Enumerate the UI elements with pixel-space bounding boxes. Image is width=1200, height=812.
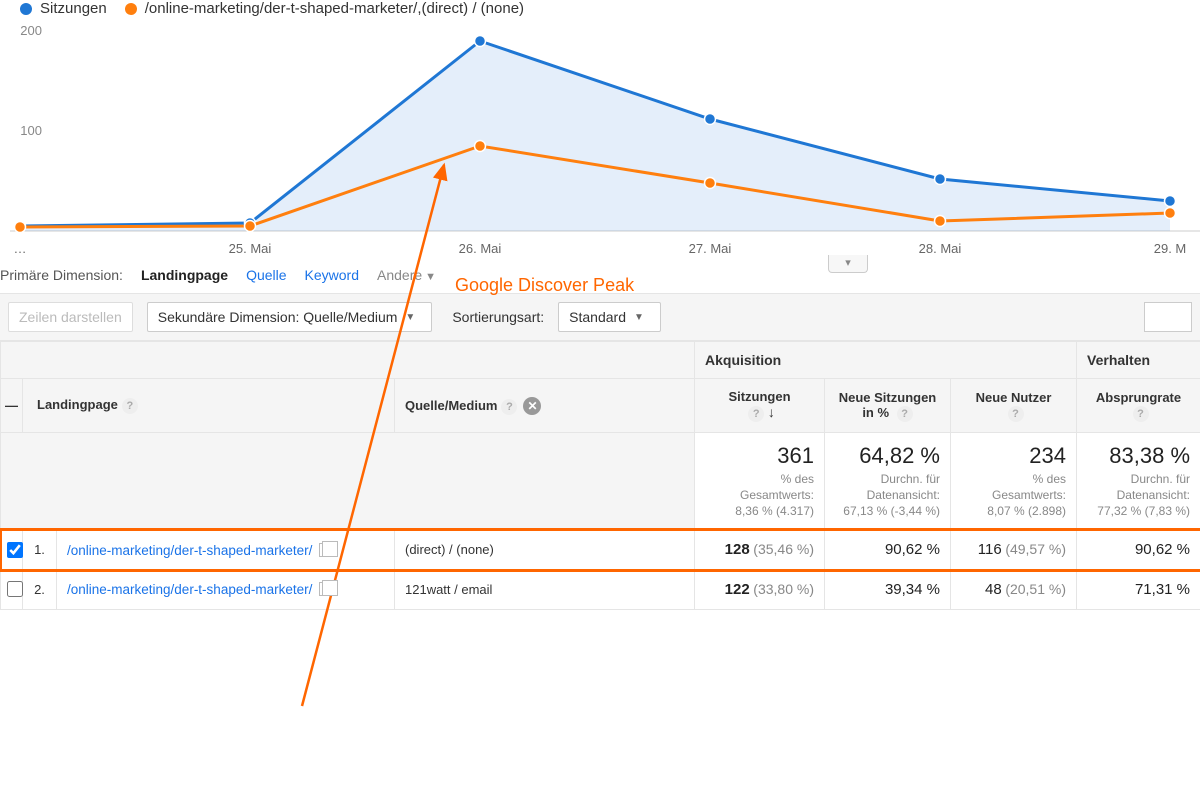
legend-item-series-b[interactable]: /online-marketing/der-t-shaped-marketer/… — [125, 0, 524, 17]
summary-bounce: 83,38 %Durchn. für Datenansicht:77,32 % … — [1077, 433, 1200, 531]
data-table: Akquisition Verhalten — Landingpage? Que… — [0, 341, 1200, 610]
sort-arrow-icon: ↓ — [768, 404, 775, 420]
sort-label: Sortierungsart: — [452, 309, 544, 325]
header-bounce-rate[interactable]: Absprungrate? — [1077, 379, 1200, 433]
landingpage-link[interactable]: /online-marketing/der-t-shaped-marketer/ — [67, 581, 312, 599]
primary-dimension-label: Primäre Dimension: — [0, 267, 123, 283]
table-row[interactable]: 2. /online-marketing/der-t-shaped-markete… — [1, 570, 1200, 610]
header-source-medium[interactable]: Quelle/Medium?✕ — [395, 379, 695, 433]
help-icon[interactable]: ? — [1133, 406, 1149, 422]
cell-source-medium: 121watt / email — [395, 570, 695, 610]
chart-drag-handle[interactable]: ▾ — [828, 255, 868, 273]
svg-text:100: 100 — [20, 123, 42, 138]
svg-text:26. Mai: 26. Mai — [459, 241, 502, 256]
help-icon[interactable]: ? — [897, 406, 913, 422]
svg-text:28. Mai: 28. Mai — [919, 241, 962, 256]
chart-area: Sitzungen /online-marketing/der-t-shaped… — [0, 0, 1200, 261]
header-new-users[interactable]: Neue Nutzer? — [951, 379, 1077, 433]
svg-text:200: 200 — [20, 23, 42, 38]
cell-sessions: 128 (35,46 %) — [695, 530, 825, 570]
cell-new-users: 48 (20,51 %) — [951, 570, 1077, 610]
plot-rows-button: Zeilen darstellen — [8, 302, 133, 332]
chevron-down-icon: ▼ — [425, 271, 436, 283]
open-icon[interactable] — [319, 543, 333, 557]
cell-bounce: 90,62 % — [1077, 530, 1200, 570]
row-checkbox[interactable] — [7, 542, 23, 558]
svg-text:27. Mai: 27. Mai — [689, 241, 732, 256]
dimension-other[interactable]: Andere▼ — [377, 267, 436, 283]
dimension-landingpage[interactable]: Landingpage — [141, 267, 228, 283]
cell-new-users: 116 (49,57 %) — [951, 530, 1077, 570]
remove-dimension-icon[interactable]: ✕ — [523, 397, 541, 415]
dimension-link-keyword[interactable]: Keyword — [305, 267, 359, 283]
summary-sess: 361% des Gesamtwerts:8,36 % (4.317) — [695, 433, 825, 531]
dot-icon — [125, 3, 137, 15]
annotation-label: Google Discover Peak — [455, 275, 634, 296]
chevron-down-icon: ▼ — [634, 312, 644, 323]
cell-sessions: 122 (33,80 %) — [695, 570, 825, 610]
sort-type-dropdown[interactable]: Standard ▼ — [558, 302, 661, 332]
header-group-acquisition: Akquisition — [695, 342, 1077, 379]
landingpage-link[interactable]: /online-marketing/der-t-shaped-marketer/ — [67, 542, 312, 560]
cell-bounce: 71,31 % — [1077, 570, 1200, 610]
row-index: 2. — [23, 570, 57, 610]
header-group-behavior: Verhalten — [1077, 342, 1200, 379]
cell-landingpage: /online-marketing/der-t-shaped-marketer/ — [57, 530, 395, 570]
dimension-link-quelle[interactable]: Quelle — [246, 267, 286, 283]
row-checkbox[interactable] — [7, 581, 23, 597]
legend-label: /online-marketing/der-t-shaped-marketer/… — [145, 0, 524, 17]
cell-new-sessions: 39,34 % — [825, 570, 951, 610]
summary-newsess: 64,82 %Durchn. für Datenansicht:67,13 % … — [825, 433, 951, 531]
header-new-sessions[interactable]: Neue Sitzungen in % ? — [825, 379, 951, 433]
cell-source-medium: (direct) / (none) — [395, 530, 695, 570]
help-icon[interactable]: ? — [1008, 406, 1024, 422]
header-landingpage[interactable]: Landingpage? — [23, 379, 395, 433]
table-row[interactable]: 1. /online-marketing/der-t-shaped-markete… — [1, 530, 1200, 570]
search-input[interactable] — [1144, 302, 1192, 332]
row-index: 1. — [23, 530, 57, 570]
svg-text:29. M: 29. M — [1154, 241, 1187, 256]
help-icon[interactable]: ? — [122, 398, 138, 414]
open-icon[interactable] — [319, 582, 333, 596]
header-checkbox[interactable]: — — [1, 379, 23, 433]
help-icon[interactable]: ? — [501, 399, 517, 415]
chart-legend: Sitzungen /online-marketing/der-t-shaped… — [0, 0, 1200, 21]
dropdown-label: Sekundäre Dimension: Quelle/Medium — [158, 309, 398, 325]
summary-newusers: 234% des Gesamtwerts:8,07 % (2.898) — [951, 433, 1077, 531]
legend-label: Sitzungen — [40, 0, 107, 17]
secondary-dimension-dropdown[interactable]: Sekundäre Dimension: Quelle/Medium ▼ — [147, 302, 433, 332]
dropdown-label: Standard — [569, 309, 626, 325]
header-sessions[interactable]: Sitzungen? ↓ — [695, 379, 825, 433]
line-chart: 100 200 … 25. Mai 26. Mai 27. Mai 28. Mai 29. M — [0, 21, 1200, 261]
legend-item-sessions[interactable]: Sitzungen — [20, 0, 107, 17]
cell-new-sessions: 90,62 % — [825, 530, 951, 570]
svg-text:…: … — [14, 241, 27, 256]
dot-icon — [20, 3, 32, 15]
table-toolbar: Zeilen darstellen Sekundäre Dimension: Q… — [0, 293, 1200, 341]
help-icon[interactable]: ? — [748, 406, 764, 422]
svg-text:25. Mai: 25. Mai — [229, 241, 272, 256]
chevron-down-icon: ▼ — [405, 312, 415, 323]
cell-landingpage: /online-marketing/der-t-shaped-marketer/ — [57, 570, 395, 610]
